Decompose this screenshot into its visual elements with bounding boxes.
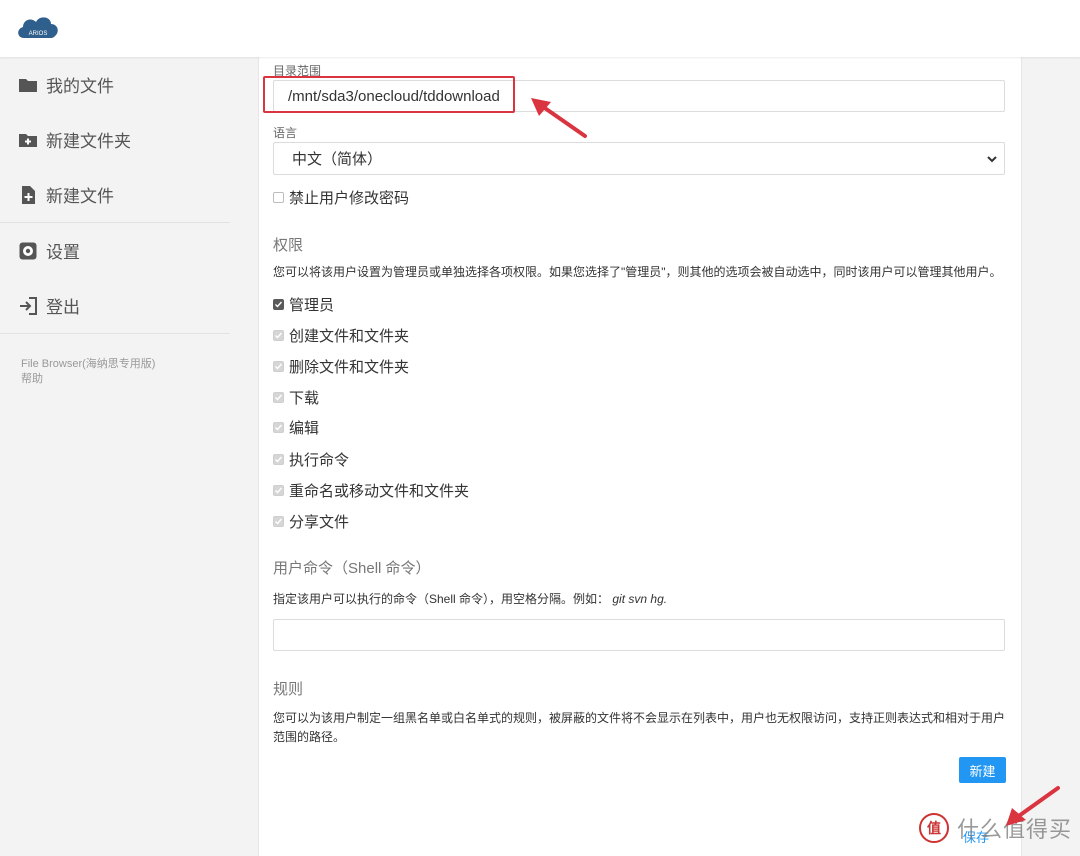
scope-highlight-box: [263, 76, 515, 113]
sidebar-item-label: 我的文件: [46, 77, 114, 96]
perm-download-row: 下载: [273, 387, 319, 407]
watermark-badge: 值: [918, 813, 949, 843]
app-name-link[interactable]: File Browser(海纳思专用版): [21, 357, 155, 372]
lock-password-checkbox[interactable]: [273, 191, 284, 203]
perm-share-row: 分享文件: [273, 511, 349, 531]
perm-rename-row: 重命名或移动文件和文件夹: [273, 480, 469, 500]
logout-icon: [20, 296, 37, 315]
sidebar-item-label: 新建文件: [46, 187, 114, 206]
perm-delete-row: 删除文件和文件夹: [273, 356, 409, 376]
sidebar: 我的文件 新建文件夹 新建文件 设置 登出 File Browser(海纳思专用…: [0, 57, 258, 856]
sidebar-item-settings[interactable]: 设置: [0, 223, 230, 278]
chevron-down-icon: [987, 156, 997, 163]
sidebar-item-label: 设置: [46, 243, 80, 262]
help-link[interactable]: 帮助: [21, 372, 155, 387]
logo-text: ARIOS: [29, 31, 48, 37]
perm-delete-checkbox: [273, 360, 284, 372]
commands-description-text: 指定该用户可以执行的命令（Shell 命令），用空格分隔。例如：: [273, 592, 610, 606]
language-selected-value: 中文（简体）: [292, 151, 383, 168]
commands-input[interactable]: [273, 619, 1005, 651]
perm-create-checkbox: [273, 329, 284, 341]
perm-label: 创建文件和文件夹: [289, 327, 410, 345]
gear-icon: [19, 242, 37, 259]
sidebar-item-label: 登出: [46, 298, 80, 317]
commands-description: 指定该用户可以执行的命令（Shell 命令），用空格分隔。例如： git svn…: [273, 590, 1005, 609]
perm-label: 分享文件: [289, 513, 350, 531]
sidebar-item-new-folder[interactable]: 新建文件夹: [0, 112, 230, 167]
lock-password-label: 禁止用户修改密码: [289, 189, 410, 207]
language-select[interactable]: 中文（简体）: [273, 142, 1005, 175]
commands-title: 用户命令（Shell 命令）: [273, 560, 431, 577]
perm-rename-checkbox: [273, 484, 284, 496]
permissions-description: 您可以将该用户设置为管理员或单独选择各项权限。如果您选择了"管理员"，则其他的选…: [273, 265, 1002, 279]
perm-execute-checkbox: [273, 453, 284, 465]
folder-plus-icon: [19, 133, 37, 147]
perm-edit-row: 编辑: [273, 417, 319, 437]
sidebar-item-my-files[interactable]: 我的文件: [0, 57, 230, 112]
permissions-title: 权限: [273, 237, 304, 254]
perm-label: 编辑: [289, 419, 320, 437]
sidebar-item-label: 新建文件夹: [46, 132, 131, 151]
file-plus-icon: [22, 185, 35, 204]
rules-title: 规则: [273, 681, 304, 698]
sidebar-item-new-file[interactable]: 新建文件: [0, 167, 230, 222]
folder-icon: [19, 78, 37, 92]
credits: File Browser(海纳思专用版) 帮助: [21, 357, 155, 387]
perm-execute-row: 执行命令: [273, 449, 349, 469]
perm-edit-checkbox: [273, 421, 284, 433]
language-label: 语言: [273, 126, 298, 140]
perm-label: 下载: [289, 389, 320, 407]
sidebar-item-logout[interactable]: 登出: [0, 278, 230, 333]
perm-label: 执行命令: [289, 451, 350, 469]
sidebar-divider: [0, 333, 230, 334]
perm-share-checkbox: [273, 515, 284, 527]
cloud-logo-icon[interactable]: ARIOS: [14, 12, 62, 44]
annotation-arrow-icon: [531, 98, 587, 138]
top-bar: ARIOS: [0, 0, 1080, 57]
rules-description: 您可以为该用户制定一组黑名单或白名单式的规则，被屏蔽的文件将不会显示在列表中，用…: [273, 711, 1006, 744]
perm-admin-checkbox[interactable]: [273, 298, 284, 310]
lock-password-checkbox-row[interactable]: 禁止用户修改密码: [273, 187, 409, 207]
perm-create-row: 创建文件和文件夹: [273, 325, 409, 345]
user-settings-panel: 目录范围 语言 中文（简体） 禁止用户修改密码 权限 您可以将该用户设置为管理员…: [258, 57, 1022, 856]
new-rule-button[interactable]: 新建: [959, 757, 1006, 783]
perm-download-checkbox: [273, 391, 284, 403]
annotation-arrow-icon: [1006, 786, 1060, 826]
perm-label: 管理员: [289, 296, 335, 314]
perm-label: 重命名或移动文件和文件夹: [289, 482, 470, 500]
perm-label: 删除文件和文件夹: [289, 358, 410, 376]
perm-admin-row[interactable]: 管理员: [273, 294, 334, 314]
commands-example: git svn hg.: [612, 592, 668, 606]
